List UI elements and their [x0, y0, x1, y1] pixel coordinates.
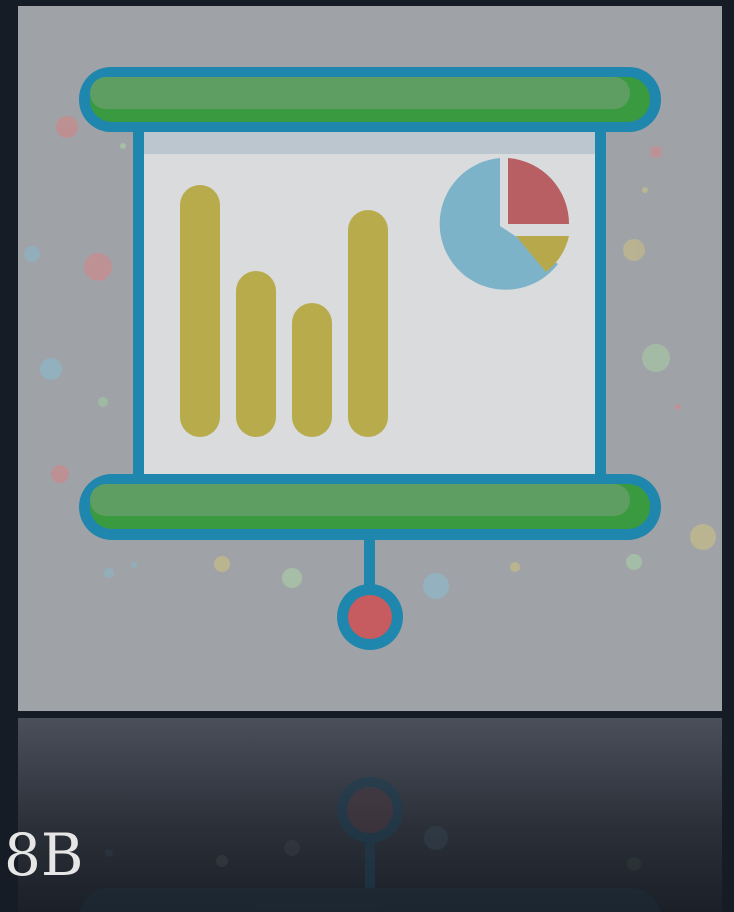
item-size-label: 8B: [4, 821, 84, 889]
presentation-thumbnail[interactable]: [18, 6, 722, 711]
presentation-board-icon: [79, 777, 661, 912]
presentation-board-icon: [24, 67, 716, 650]
presentation-thumbnail-secondary[interactable]: [18, 718, 722, 912]
gallery-page: 8B: [0, 0, 734, 912]
